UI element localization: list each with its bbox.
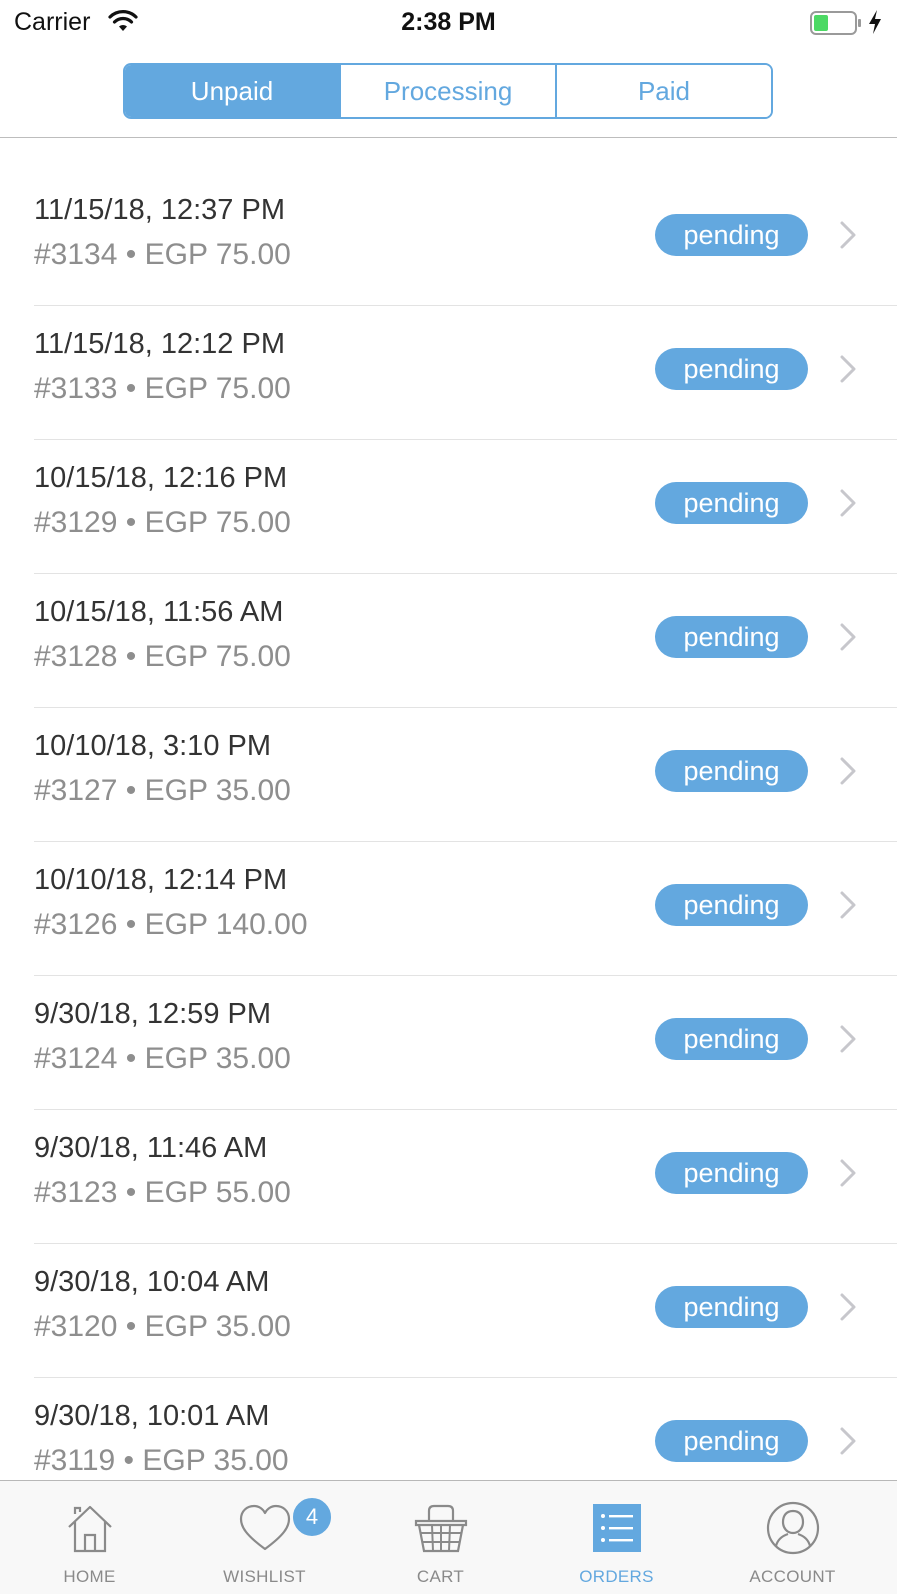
- header-divider: [0, 137, 897, 138]
- tab-cart[interactable]: CART: [351, 1481, 530, 1594]
- tab-wishlist[interactable]: WISHLIST: [175, 1481, 354, 1594]
- chevron-right-icon: [840, 1427, 856, 1455]
- segment-unpaid[interactable]: Unpaid: [125, 65, 339, 117]
- chevron-right-icon: [840, 1159, 856, 1187]
- tab-label: HOME: [63, 1567, 116, 1586]
- order-row[interactable]: 10/15/18, 12:16 PM #3129 • EGP 75.00 pen…: [0, 440, 897, 574]
- tab-home[interactable]: HOME: [0, 1481, 179, 1594]
- order-number-amount: #3123 • EGP 55.00: [34, 1176, 291, 1209]
- basket-icon: [414, 1504, 467, 1553]
- order-row[interactable]: 9/30/18, 11:46 AM #3123 • EGP 55.00 pend…: [0, 1110, 897, 1244]
- status-badge: pending: [655, 482, 808, 524]
- chevron-right-icon: [840, 1025, 856, 1053]
- order-row[interactable]: 9/30/18, 12:59 PM #3124 • EGP 35.00 pend…: [0, 976, 897, 1110]
- tab-orders[interactable]: ORDERS: [527, 1481, 706, 1594]
- battery-icon: [810, 11, 861, 35]
- order-number-amount: #3134 • EGP 75.00: [34, 238, 291, 271]
- charging-bolt-icon: [869, 10, 881, 34]
- heart-icon: [239, 1504, 290, 1551]
- order-status-segmented-control: Unpaid Processing Paid: [123, 63, 773, 119]
- status-badge: pending: [655, 214, 808, 256]
- status-badge: pending: [655, 1420, 808, 1462]
- status-badge: pending: [655, 750, 808, 792]
- tab-label: WISHLIST: [223, 1567, 306, 1586]
- order-number-amount: #3120 • EGP 35.00: [34, 1310, 291, 1343]
- home-icon: [67, 1505, 112, 1553]
- status-time: 2:38 PM: [401, 8, 496, 36]
- wishlist-count-badge: 4: [291, 1496, 333, 1538]
- chevron-right-icon: [840, 355, 856, 383]
- order-number-amount: #3124 • EGP 35.00: [34, 1042, 291, 1075]
- tab-account[interactable]: ACCOUNT: [703, 1481, 882, 1594]
- order-number-amount: #3126 • EGP 140.00: [34, 908, 308, 941]
- order-date: 11/15/18, 12:12 PM: [34, 328, 285, 360]
- account-icon: [766, 1501, 819, 1555]
- order-date: 9/30/18, 11:46 AM: [34, 1132, 268, 1164]
- order-date: 10/15/18, 12:16 PM: [34, 462, 288, 494]
- order-row[interactable]: 11/15/18, 12:37 PM #3134 • EGP 75.00 pen…: [0, 172, 897, 306]
- status-badge: pending: [655, 348, 808, 390]
- chevron-right-icon: [840, 221, 856, 249]
- order-row[interactable]: 10/10/18, 3:10 PM #3127 • EGP 35.00 pend…: [0, 708, 897, 842]
- tab-label: ACCOUNT: [749, 1567, 836, 1586]
- status-badge: pending: [655, 1286, 808, 1328]
- order-number-amount: #3119 • EGP 35.00: [34, 1444, 289, 1477]
- segment-processing[interactable]: Processing: [339, 65, 555, 117]
- order-number-amount: #3127 • EGP 35.00: [34, 774, 291, 807]
- status-bar: Carrier 2:38 PM: [0, 0, 897, 45]
- orders-list: 11/15/18, 12:37 PM #3134 • EGP 75.00 pen…: [0, 172, 897, 1512]
- order-row[interactable]: 10/15/18, 11:56 AM #3128 • EGP 75.00 pen…: [0, 574, 897, 708]
- order-number-amount: #3128 • EGP 75.00: [34, 640, 291, 673]
- order-date: 9/30/18, 10:04 AM: [34, 1266, 270, 1298]
- order-date: 9/30/18, 12:59 PM: [34, 998, 271, 1030]
- chevron-right-icon: [840, 623, 856, 651]
- chevron-right-icon: [840, 489, 856, 517]
- order-number-amount: #3129 • EGP 75.00: [34, 506, 291, 539]
- tab-label: CART: [416, 1567, 465, 1586]
- status-badge: pending: [655, 884, 808, 926]
- order-date: 10/15/18, 11:56 AM: [34, 596, 284, 628]
- order-date: 9/30/18, 10:01 AM: [34, 1400, 270, 1432]
- chevron-right-icon: [840, 1293, 856, 1321]
- segment-paid[interactable]: Paid: [555, 65, 771, 117]
- status-badge: pending: [655, 616, 808, 658]
- status-badge: pending: [655, 1018, 808, 1060]
- tab-bar: HOME WISHLIST CART ORDERS ACCOUNT: [0, 1480, 897, 1594]
- tab-label: ORDERS: [579, 1567, 654, 1586]
- order-date: 11/15/18, 12:37 PM: [34, 194, 285, 226]
- order-number-amount: #3133 • EGP 75.00: [34, 372, 291, 405]
- order-row[interactable]: 9/30/18, 10:04 AM #3120 • EGP 35.00 pend…: [0, 1244, 897, 1378]
- order-row[interactable]: 10/10/18, 12:14 PM #3126 • EGP 140.00 pe…: [0, 842, 897, 976]
- status-badge: pending: [655, 1152, 808, 1194]
- order-date: 10/10/18, 3:10 PM: [34, 730, 271, 762]
- order-date: 10/10/18, 12:14 PM: [34, 864, 288, 896]
- orders-list-icon: [592, 1504, 641, 1552]
- chevron-right-icon: [840, 891, 856, 919]
- order-row[interactable]: 11/15/18, 12:12 PM #3133 • EGP 75.00 pen…: [0, 306, 897, 440]
- chevron-right-icon: [840, 757, 856, 785]
